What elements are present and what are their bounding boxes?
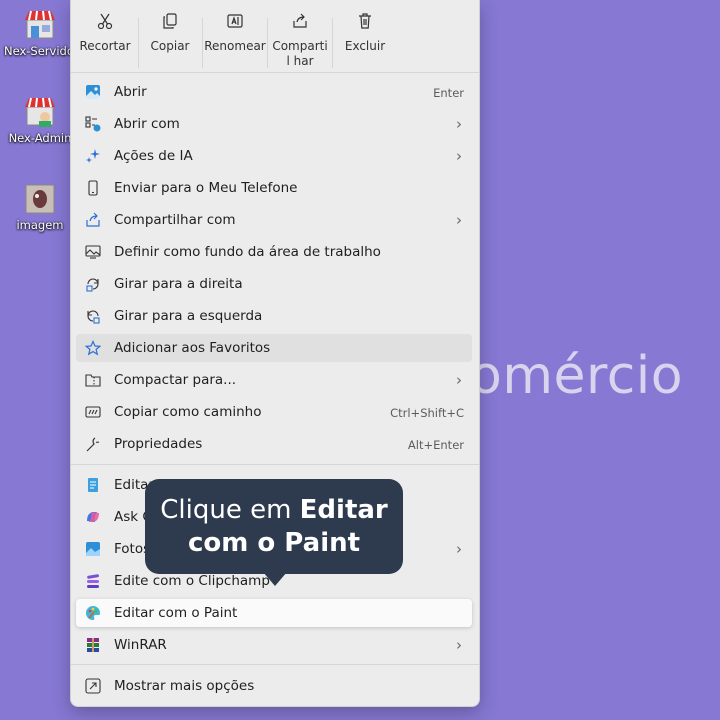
menu-item-label: Enviar para o Meu Telefone: [114, 180, 298, 196]
wallpaper-text: omércio: [470, 346, 684, 406]
desktop-icon-label: imagem: [16, 218, 64, 232]
clipchamp-icon: [85, 573, 101, 589]
menu-item-enviar-telefone[interactable]: Enviar para o Meu Telefone: [76, 174, 472, 202]
rename-icon: [203, 10, 267, 32]
copy-button[interactable]: Copiar: [138, 6, 202, 68]
shortcut-text: Enter: [433, 86, 464, 100]
menu-item-compactar[interactable]: Compactar para... ›: [76, 366, 472, 394]
menu-item-girar-direita[interactable]: Girar para a direita: [76, 270, 472, 298]
cut-button[interactable]: Recortar: [73, 6, 137, 68]
more-options-icon: [85, 678, 101, 694]
tooltip-line-1: Clique em Editar: [145, 494, 403, 527]
menu-item-label: Ações de IA: [114, 148, 193, 164]
shortcut-text: Ctrl+Shift+C: [390, 406, 464, 420]
menu-item-abrir[interactable]: Abrir Enter: [76, 78, 472, 106]
tooltip-prefix: Clique em: [160, 495, 300, 525]
menu-divider: [71, 464, 479, 465]
photos-icon: [85, 541, 101, 557]
desktop-icon-nex-admin[interactable]: Nex-Admin: [4, 95, 76, 145]
menu-item-label: Editar com o Paint: [114, 605, 238, 621]
star-icon: [84, 340, 102, 356]
desktop-icon-nex-servidor[interactable]: Nex-Servidor: [4, 8, 79, 58]
menu-item-propriedades[interactable]: Propriedades Alt+Enter: [76, 430, 472, 458]
cut-label: Recortar: [79, 39, 131, 53]
tooltip-bold-2: com o Paint: [187, 528, 361, 558]
image-open-icon: [85, 84, 101, 100]
shortcut-text: Alt+Enter: [407, 438, 464, 452]
desktop-icon-label: Nex-Servidor: [4, 44, 79, 58]
rename-label: Renomear: [204, 39, 266, 53]
wallpaper-icon: [85, 244, 101, 260]
chevron-right-icon: ›: [456, 115, 462, 133]
instruction-tooltip: Clique em Editar com o Paint: [145, 479, 403, 574]
store-icon: [23, 8, 57, 42]
menu-item-label: Abrir: [114, 84, 147, 100]
menu-divider: [71, 664, 479, 665]
open-with-icon: [85, 116, 101, 132]
menu-item-definir-fundo[interactable]: Definir como fundo da área de trabalho: [76, 238, 472, 266]
tooltip-arrow: [263, 572, 287, 586]
chevron-right-icon: ›: [456, 636, 462, 654]
rename-button[interactable]: Renomear: [203, 6, 267, 68]
menu-item-label: Abrir com: [114, 116, 180, 132]
rotate-left-icon: [85, 308, 101, 324]
share-button[interactable]: Compartil har: [268, 6, 332, 68]
menu-item-label: Edite com o Clipchamp: [114, 573, 270, 589]
menu-item-label: Compartilhar com: [114, 212, 236, 228]
menu-item-mostrar-mais[interactable]: Mostrar mais opções: [76, 672, 472, 700]
winrar-icon: [85, 637, 101, 653]
image-file-icon: [23, 182, 57, 216]
menu-item-label: Definir como fundo da área de trabalho: [114, 244, 381, 260]
tooltip-bold-1: Editar: [299, 495, 388, 525]
chevron-right-icon: ›: [456, 371, 462, 389]
rotate-right-icon: [85, 276, 101, 292]
menu-item-label: Copiar como caminho: [114, 404, 262, 420]
paint-icon: [85, 605, 101, 621]
copy-icon: [138, 10, 202, 32]
chevron-right-icon: ›: [456, 211, 462, 229]
share-with-icon: [85, 212, 101, 228]
phone-icon: [85, 180, 101, 196]
menu-item-girar-esquerda[interactable]: Girar para a esquerda: [76, 302, 472, 330]
zip-folder-icon: [85, 372, 101, 388]
menu-item-label: WinRAR: [114, 637, 167, 653]
delete-button[interactable]: Excluir: [333, 6, 397, 68]
copy-label: Copiar: [150, 39, 190, 53]
menu-item-abrir-com[interactable]: Abrir com ›: [76, 110, 472, 138]
menu-item-label: Girar para a direita: [114, 276, 243, 292]
chevron-right-icon: ›: [456, 147, 462, 165]
ai-sparkle-icon: [85, 148, 101, 164]
share-icon: [268, 10, 332, 32]
menu-item-label: Propriedades: [114, 436, 203, 452]
menu-item-compartilhar-com[interactable]: Compartilhar com ›: [76, 206, 472, 234]
menu-item-winrar[interactable]: WinRAR ›: [76, 631, 472, 659]
copy-path-icon: [85, 404, 101, 420]
menu-item-label: Compactar para...: [114, 372, 237, 388]
tooltip-line-2: com o Paint: [145, 527, 403, 560]
desktop-icon-imagem[interactable]: imagem: [4, 182, 76, 232]
trash-icon: [333, 10, 397, 32]
menu-divider: [71, 72, 479, 73]
menu-item-editar-paint[interactable]: Editar com o Paint: [76, 599, 472, 627]
store-admin-icon: [23, 95, 57, 129]
share-label: Compartil har: [272, 39, 328, 68]
notepad-icon: [85, 477, 101, 493]
delete-label: Excluir: [344, 39, 386, 53]
menu-item-label: Mostrar mais opções: [114, 678, 255, 694]
desktop-icon-label: Nex-Admin: [8, 131, 72, 145]
chevron-right-icon: ›: [456, 540, 462, 558]
copilot-icon: [85, 509, 101, 525]
scissors-icon: [73, 10, 137, 32]
context-toolbar: Recortar Copiar Renomear Compartil har E…: [71, 6, 479, 70]
menu-item-label: Adicionar aos Favoritos: [114, 340, 271, 356]
menu-item-label: Girar para a esquerda: [114, 308, 263, 324]
menu-item-acoes-de-ia[interactable]: Ações de IA ›: [76, 142, 472, 170]
wrench-icon: [85, 436, 101, 452]
context-menu: Recortar Copiar Renomear Compartil har E…: [70, 0, 480, 707]
menu-item-copiar-caminho[interactable]: Copiar como caminho Ctrl+Shift+C: [76, 398, 472, 426]
menu-item-adicionar-favoritos[interactable]: Adicionar aos Favoritos: [76, 334, 472, 362]
